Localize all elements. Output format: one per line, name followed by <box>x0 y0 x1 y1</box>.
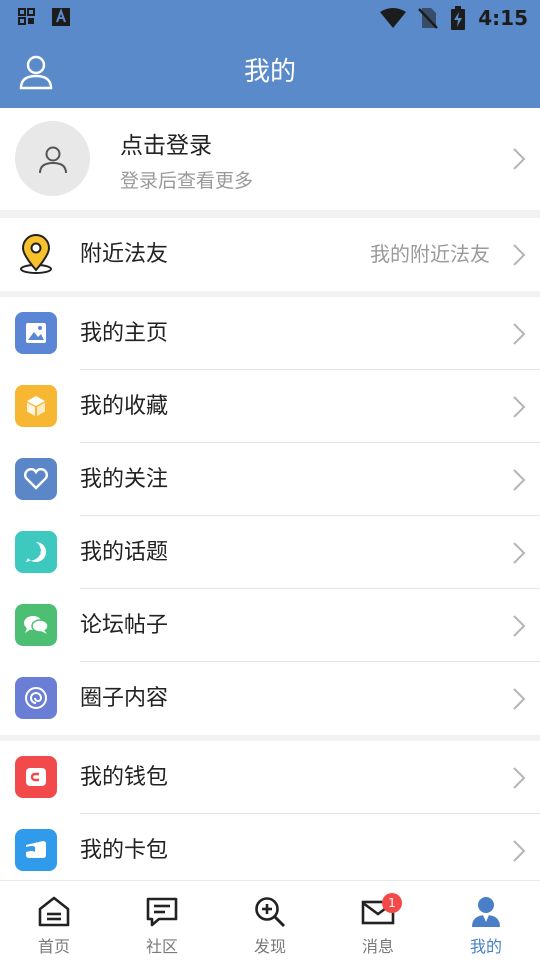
menu-label: 我的关注 <box>80 467 169 492</box>
tab-home[interactable]: 首页 <box>0 881 108 960</box>
menu-item-wallet[interactable]: 我的钱包 <box>0 741 540 814</box>
menu-item-forum-posts[interactable]: 论坛帖子 <box>0 589 540 662</box>
chevron-right-icon <box>513 688 526 710</box>
menu-label: 圈子内容 <box>80 686 169 711</box>
tab-label: 发现 <box>253 937 286 956</box>
spiral-icon <box>15 677 57 719</box>
hashtag-icon <box>15 531 57 573</box>
unread-badge: 1 <box>382 893 402 913</box>
chevron-right-icon <box>513 767 526 789</box>
user-placeholder-icon <box>38 146 67 173</box>
chevron-right-icon <box>513 244 526 266</box>
chat-icon <box>15 604 57 646</box>
apps-grid-icon <box>18 8 35 25</box>
image-icon <box>15 312 57 354</box>
profile-icon <box>472 897 500 927</box>
menu-label: 论坛帖子 <box>80 613 169 638</box>
login-card[interactable]: 点击登录 登录后查看更多 <box>0 108 540 210</box>
menu-label: 我的话题 <box>80 540 169 565</box>
card-icon <box>15 829 57 871</box>
app-header: 我的 <box>0 36 540 108</box>
discover-icon <box>255 897 286 928</box>
page-title: 我的 <box>243 57 296 87</box>
location-pin-icon <box>20 234 52 274</box>
tab-label: 社区 <box>145 937 178 956</box>
chevron-right-icon <box>513 396 526 418</box>
chevron-right-icon <box>513 469 526 491</box>
font-app-icon <box>52 8 70 26</box>
chevron-right-icon <box>513 542 526 564</box>
menu-item-circle-content[interactable]: 圈子内容 <box>0 662 540 735</box>
tab-label: 消息 <box>361 937 394 956</box>
tab-label: 我的 <box>469 937 502 956</box>
menu-label: 我的主页 <box>80 321 169 346</box>
menu-label: 我的钱包 <box>80 765 169 790</box>
menu-label: 我的卡包 <box>80 838 169 863</box>
chevron-right-icon <box>513 615 526 637</box>
bottom-tab-bar: 首页 社区 发现 1 消息 我的 <box>0 880 540 960</box>
wifi-icon <box>380 8 407 28</box>
nearby-label: 附近法友 <box>80 242 169 267</box>
login-title: 点击登录 <box>120 133 212 159</box>
home-icon <box>38 896 70 927</box>
status-bar: 4:15 <box>0 0 540 36</box>
menu-item-following[interactable]: 我的关注 <box>0 443 540 516</box>
menu-item-favorites[interactable]: 我的收藏 <box>0 370 540 443</box>
menu-item-card-holder[interactable]: 我的卡包 <box>0 814 540 887</box>
tab-community[interactable]: 社区 <box>108 881 216 960</box>
tab-profile[interactable]: 我的 <box>432 881 540 960</box>
community-icon <box>146 897 178 927</box>
clock: 4:15 <box>478 6 528 30</box>
tab-discover[interactable]: 发现 <box>216 881 324 960</box>
heart-icon <box>15 458 57 500</box>
box-icon <box>15 385 57 427</box>
avatar[interactable] <box>15 121 90 196</box>
chevron-right-icon <box>513 323 526 345</box>
menu-item-topics[interactable]: 我的话题 <box>0 516 540 589</box>
chevron-right-icon <box>513 840 526 862</box>
battery-charging-icon <box>451 6 466 30</box>
no-sim-icon <box>418 8 439 29</box>
tab-messages[interactable]: 1 消息 <box>324 881 432 960</box>
nearby-sub: 我的附近法友 <box>370 242 490 266</box>
tab-label: 首页 <box>37 937 70 956</box>
nearby-friends-row[interactable]: 附近法友 我的附近法友 <box>0 218 540 291</box>
wallet-icon <box>15 756 57 798</box>
menu-item-homepage[interactable]: 我的主页 <box>0 297 540 370</box>
menu-label: 我的收藏 <box>80 394 169 419</box>
login-subtitle: 登录后查看更多 <box>120 170 254 192</box>
chevron-right-icon <box>513 148 526 170</box>
